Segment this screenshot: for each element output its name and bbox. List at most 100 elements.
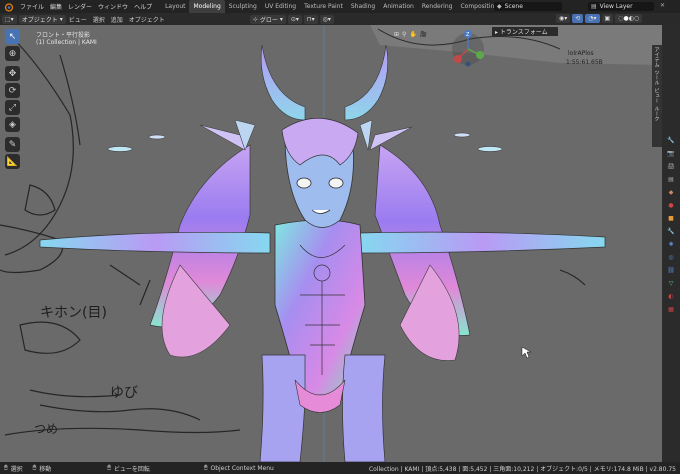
tab-layout[interactable]: Layout xyxy=(161,0,189,13)
menu-select[interactable]: 選択 xyxy=(90,15,108,24)
tab-animation[interactable]: Animation xyxy=(379,0,418,13)
proportional-icon: ◎▾ xyxy=(322,15,331,23)
grid-view-icon[interactable]: ⊞ xyxy=(394,31,399,38)
scene-properties-icon[interactable]: ◆ xyxy=(666,187,676,197)
status-context-menu: Object Context Menu xyxy=(210,464,274,472)
main-menu: ファイル 編集 レンダー ウィンドウ ヘルプ xyxy=(17,2,155,11)
cursor-arrow-icon: ↖ xyxy=(8,31,17,42)
world-properties-icon[interactable]: ● xyxy=(666,200,676,210)
visibility-button[interactable]: ◉▾ xyxy=(556,14,571,23)
horn-right xyxy=(344,44,389,121)
overlay-toggle[interactable]: ◔▾ xyxy=(585,14,600,23)
gizmo-z-label: Z xyxy=(466,32,470,38)
navigation-gizmo[interactable]: Z xyxy=(450,29,490,69)
tab-modeling[interactable]: Modeling xyxy=(189,0,225,13)
sketch-note-line1: lolrAPlos xyxy=(568,50,594,57)
view-layer-remove-icon[interactable]: ✕ xyxy=(660,2,665,9)
constraint-properties-icon[interactable]: ⛓ xyxy=(666,265,676,275)
cursor-tool[interactable]: ⊕ xyxy=(5,46,20,61)
snap-icon: ⊓▾ xyxy=(306,15,315,23)
scale-icon: ⤢ xyxy=(8,102,17,113)
tool-properties-icon[interactable]: 🔧 xyxy=(666,135,676,145)
select-tool[interactable]: ↖ xyxy=(5,29,20,44)
transform-tool[interactable]: ◈ xyxy=(5,117,20,132)
pencil-icon: ✎ xyxy=(8,139,17,150)
sketch-note-line2: 1:55:61.65B xyxy=(566,59,603,66)
material-properties-icon[interactable]: ◐ xyxy=(666,291,676,301)
menu-file[interactable]: ファイル xyxy=(17,2,47,11)
status-bar: 🖱 選択 🖱 移動 🖱 ビューを回転 🖱 Object Context Menu… xyxy=(0,462,680,474)
tab-sculpting[interactable]: Sculpting xyxy=(225,0,261,13)
shading-modes[interactable]: ◌ ● ◐ ○ xyxy=(615,14,643,23)
snap-button[interactable]: ⊓▾ xyxy=(303,14,318,24)
scene-selector[interactable]: ◆ Scene xyxy=(494,2,562,11)
menu-add[interactable]: 追加 xyxy=(108,15,126,24)
modifier-properties-icon[interactable]: 🔧 xyxy=(666,226,676,236)
leg-right xyxy=(342,354,386,462)
menu-view[interactable]: ビュー xyxy=(66,15,90,24)
eye-icon: ◉▾ xyxy=(559,15,568,22)
scene-statistics: Collection | KAMI | 頂点:5,438 | 面:5,452 |… xyxy=(368,465,676,473)
3d-viewport[interactable]: lolrAPlos 1:55:61.65B キホン(目) ゆび つめ フロント・… xyxy=(0,25,662,462)
transform-icon: ◈ xyxy=(9,119,16,130)
particle-properties-icon[interactable]: ✺ xyxy=(666,239,676,249)
view-layer-selector[interactable]: ▤ View Layer xyxy=(588,2,654,11)
data-properties-icon[interactable]: ▽ xyxy=(666,278,676,288)
physics-properties-icon[interactable]: ◎ xyxy=(666,252,676,262)
mouse-right-icon: 🖱 xyxy=(203,464,208,471)
menu-window[interactable]: ウィンドウ xyxy=(95,2,131,11)
mode-selector[interactable]: オブジェクト ▾ xyxy=(18,14,66,24)
menu-object[interactable]: オブジェクト xyxy=(126,15,168,24)
tab-rendering[interactable]: Rendering xyxy=(418,0,457,13)
editor-type-button[interactable]: ⬚▾ xyxy=(2,14,17,24)
tab-texture-paint[interactable]: Texture Paint xyxy=(300,0,347,13)
arm-right xyxy=(359,231,606,254)
xray-toggle[interactable]: ▣ xyxy=(601,14,614,23)
sidebar-tab-view[interactable]: ビュー xyxy=(654,88,661,103)
object-properties-icon[interactable]: ■ xyxy=(666,213,676,223)
sidebar-tab-look[interactable]: ルーク xyxy=(654,106,661,121)
rotate-tool[interactable]: ⟳ xyxy=(5,83,20,98)
mouse-left-icon: 🖱 xyxy=(4,464,8,471)
editor-type-icon: ⬚▾ xyxy=(5,15,14,23)
orientation-icon: ⊹ xyxy=(252,15,258,23)
zoom-icon[interactable]: ⚲ xyxy=(402,31,406,38)
menu-render[interactable]: レンダー xyxy=(65,2,95,11)
shading-controls: ◉▾ ⟲ ◔▾ ▣ ◌ ● ◐ ○ xyxy=(556,14,643,23)
rotate-icon: ⟳ xyxy=(8,85,17,96)
move-tool[interactable]: ✥ xyxy=(5,66,20,81)
view-layer-icon: ▤ xyxy=(591,3,597,10)
mouse-cursor-icon xyxy=(521,346,532,359)
gizmo-toggle[interactable]: ⟲ xyxy=(572,14,584,23)
sketch-text-yubi: ゆび xyxy=(110,385,138,401)
sketch-hand-right xyxy=(559,269,586,286)
status-rotate-view: ビューを回転 xyxy=(113,465,150,473)
sidebar-tab-tool[interactable]: ツール xyxy=(654,70,661,85)
output-properties-icon[interactable]: 🖨 xyxy=(666,161,676,171)
tab-uv-editing[interactable]: UV Editing xyxy=(261,0,300,13)
pivot-button[interactable]: ⊙▾ xyxy=(287,14,302,24)
proportional-edit-button[interactable]: ◎▾ xyxy=(319,14,334,24)
top-bar: ファイル 編集 レンダー ウィンドウ ヘルプ Layout Modeling S… xyxy=(0,0,680,13)
ruler-icon: 📐 xyxy=(6,156,19,167)
chevron-down-icon: ▾ xyxy=(279,15,283,23)
annotate-tool[interactable]: ✎ xyxy=(5,137,20,152)
measure-tool[interactable]: 📐 xyxy=(5,154,20,169)
scale-tool[interactable]: ⤢ xyxy=(5,100,20,115)
npanel-transform-header[interactable]: ▸ トランスフォーム xyxy=(492,27,558,36)
move-icon: ✥ xyxy=(8,68,17,79)
blender-logo-icon[interactable] xyxy=(4,2,14,12)
menu-help[interactable]: ヘルプ xyxy=(131,2,155,11)
collection-info: (1) Collection | KAMI xyxy=(36,39,97,46)
transform-orientation[interactable]: ⊹ グロー ▾ xyxy=(249,14,286,24)
render-properties-icon[interactable]: 📷 xyxy=(666,148,676,158)
camera-icon[interactable]: 🎥 xyxy=(420,31,427,38)
view-layer-properties-icon[interactable]: ▤ xyxy=(666,174,676,184)
menu-edit[interactable]: 編集 xyxy=(47,2,65,11)
tab-shading[interactable]: Shading xyxy=(347,0,379,13)
transform-panel-label: トランスフォーム xyxy=(499,29,548,36)
mode-label: オブジェクト xyxy=(21,16,58,24)
sidebar-tab-item[interactable]: アイテム xyxy=(654,47,661,67)
hand-pan-icon[interactable]: ✋ xyxy=(409,31,416,38)
texture-properties-icon[interactable]: ▦ xyxy=(666,304,676,314)
